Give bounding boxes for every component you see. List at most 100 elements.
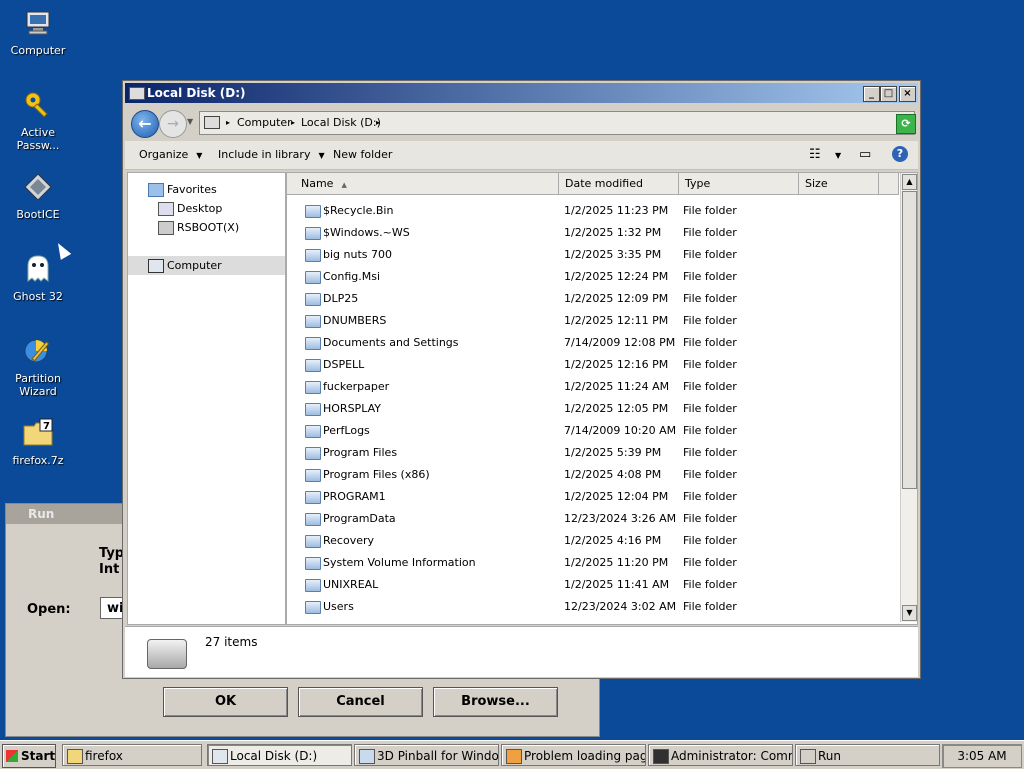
file-type: File folder — [683, 358, 737, 371]
file-date: 1/2/2025 1:32 PM — [564, 226, 662, 239]
table-row[interactable]: DNUMBERS 1/2/2025 12:11 PM File folder — [287, 310, 899, 332]
folder-icon — [305, 249, 321, 262]
breadcrumb-computer[interactable]: Computer — [237, 116, 292, 129]
clock[interactable]: 3:05 AM — [942, 744, 1022, 768]
nav-item-rsboot[interactable]: RSBOOT(X) — [128, 218, 285, 237]
table-row[interactable]: $Recycle.Bin 1/2/2025 11:23 PM File folder — [287, 200, 899, 222]
taskbar-item[interactable]: Run — [795, 744, 940, 766]
file-date: 12/23/2024 3:02 AM — [564, 600, 677, 613]
run-message-line2: Int — [99, 562, 120, 577]
chevron-down-icon[interactable]: ▼ — [835, 151, 841, 160]
close-button[interactable]: × — [899, 86, 916, 102]
file-type: File folder — [683, 270, 737, 283]
nav-item-computer[interactable]: Computer — [128, 256, 285, 275]
taskbar-item-label: firefox — [85, 749, 123, 763]
navigation-pane: Favorites Desktop RSBOOT(X) Computer — [127, 172, 286, 625]
nav-item-favorites[interactable]: Favorites — [128, 180, 285, 199]
table-row[interactable]: PerfLogs 7/14/2009 10:20 AM File folder — [287, 420, 899, 442]
start-button[interactable]: Start — [2, 744, 56, 768]
table-row[interactable]: $Windows.~WS 1/2/2025 1:32 PM File folder — [287, 222, 899, 244]
computer-icon — [204, 116, 220, 129]
table-row[interactable]: Users 12/23/2024 3:02 AM File folder — [287, 596, 899, 618]
table-row[interactable]: DLP25 1/2/2025 12:09 PM File folder — [287, 288, 899, 310]
organize-menu[interactable]: Organize ▼ — [139, 148, 202, 161]
table-row[interactable]: PROGRAM1 1/2/2025 12:04 PM File folder — [287, 486, 899, 508]
taskbar-app-icon — [67, 749, 83, 764]
scroll-down-icon[interactable]: ▼ — [902, 605, 917, 621]
desktop-icon-ghost32[interactable]: Ghost 32 — [3, 252, 73, 303]
file-name: Program Files (x86) — [323, 468, 430, 481]
table-row[interactable]: DSPELL 1/2/2025 12:16 PM File folder — [287, 354, 899, 376]
desktop-icon-firefox-7z[interactable]: 7 firefox.7z — [3, 416, 73, 467]
cancel-button[interactable]: Cancel — [298, 687, 423, 717]
browse-button[interactable]: Browse... — [433, 687, 558, 717]
refresh-button[interactable]: ⟳ — [896, 114, 916, 134]
address-box[interactable]: ▸ Computer ▸ Local Disk (D:) ▸ ▼ — [199, 111, 915, 135]
folder-icon — [305, 337, 321, 350]
column-header-date[interactable]: Date modified — [559, 173, 679, 195]
help-icon[interactable]: ? — [892, 146, 908, 162]
desktop-icon-partition-wizard[interactable]: Partition Wizard — [3, 334, 73, 398]
table-row[interactable]: Config.Msi 1/2/2025 12:24 PM File folder — [287, 266, 899, 288]
folder-icon — [305, 271, 321, 284]
desktop-icon-bootice[interactable]: BootICE — [3, 170, 73, 221]
table-row[interactable]: Documents and Settings 7/14/2009 12:08 PM… — [287, 332, 899, 354]
folder-icon — [305, 205, 321, 218]
command-bar: Organize ▼ Include in library ▼ New folder… — [125, 141, 918, 170]
scroll-thumb[interactable] — [902, 191, 917, 489]
taskbar-item[interactable]: Problem loading page ... — [501, 744, 646, 766]
new-folder-button[interactable]: New folder — [333, 148, 392, 161]
table-row[interactable]: System Volume Information 1/2/2025 11:20 … — [287, 552, 899, 574]
folder-icon — [305, 227, 321, 240]
ok-button[interactable]: OK — [163, 687, 288, 717]
table-row[interactable]: Program Files (x86) 1/2/2025 4:08 PM File … — [287, 464, 899, 486]
taskbar-item[interactable]: Local Disk (D:) — [207, 744, 352, 766]
maximize-button[interactable]: □ — [880, 86, 897, 102]
desktop-icon-computer[interactable]: Computer — [3, 6, 73, 57]
scroll-up-icon[interactable]: ▲ — [902, 174, 917, 190]
view-options-icon[interactable]: ☷ — [809, 147, 821, 162]
chevron-right-icon[interactable]: ▸ — [226, 118, 230, 127]
column-header-name[interactable]: Name ▲ — [287, 173, 559, 195]
chevron-right-icon[interactable]: ▸ — [376, 118, 380, 127]
taskbar-app-icon — [800, 749, 816, 764]
table-row[interactable]: HORSPLAY 1/2/2025 12:05 PM File folder — [287, 398, 899, 420]
table-row[interactable]: ProgramData 12/23/2024 3:26 AM File folder — [287, 508, 899, 530]
file-type: File folder — [683, 204, 737, 217]
taskbar-item[interactable]: Administrator: Comm... — [648, 744, 793, 766]
folder-icon — [305, 447, 321, 460]
table-row[interactable]: big nuts 700 1/2/2025 3:35 PM File folder — [287, 244, 899, 266]
taskbar-item[interactable]: 3D Pinball for Window... — [354, 744, 499, 766]
table-row[interactable]: UNIXREAL 1/2/2025 11:41 AM File folder — [287, 574, 899, 596]
explorer-titlebar[interactable]: Local Disk (D:) _ □ × — [125, 83, 918, 103]
include-in-library-menu[interactable]: Include in library ▼ — [218, 148, 325, 161]
column-header-type[interactable]: Type — [679, 173, 799, 195]
back-button[interactable]: ← — [131, 110, 159, 138]
folder-icon — [305, 601, 321, 614]
preview-pane-icon[interactable]: ▭ — [859, 147, 871, 162]
column-header-size[interactable]: Size — [799, 173, 879, 195]
windows-flag-icon — [6, 750, 18, 762]
column-name-label: Name — [301, 177, 334, 190]
chevron-right-icon[interactable]: ▸ — [291, 118, 295, 127]
file-date: 12/23/2024 3:26 AM — [564, 512, 677, 525]
table-row[interactable]: Recovery 1/2/2025 4:16 PM File folder — [287, 530, 899, 552]
table-row[interactable]: fuckerpaper 1/2/2025 11:24 AM File folder — [287, 376, 899, 398]
file-name: $Recycle.Bin — [323, 204, 394, 217]
open-label: Open: — [27, 602, 71, 617]
computer-icon — [21, 6, 55, 40]
file-type: File folder — [683, 534, 737, 547]
vertical-scrollbar[interactable]: ▲ ▼ — [900, 173, 917, 622]
breadcrumb-local-disk[interactable]: Local Disk (D:) — [301, 116, 381, 129]
recent-pages-dropdown-icon[interactable]: ▼ — [187, 117, 193, 126]
desktop-icon-active-password[interactable]: Active Passw... — [3, 88, 73, 152]
desktop-icon-label: firefox.7z — [12, 454, 64, 467]
taskbar-item[interactable]: firefox — [62, 744, 202, 766]
nav-item-desktop[interactable]: Desktop — [128, 199, 285, 218]
minimize-button[interactable]: _ — [863, 86, 880, 102]
desktop-icon-label: Active Passw... — [3, 126, 73, 152]
forward-button[interactable]: → — [159, 110, 187, 138]
window-title: Local Disk (D:) — [147, 86, 246, 100]
file-type: File folder — [683, 248, 737, 261]
table-row[interactable]: Program Files 1/2/2025 5:39 PM File folder — [287, 442, 899, 464]
